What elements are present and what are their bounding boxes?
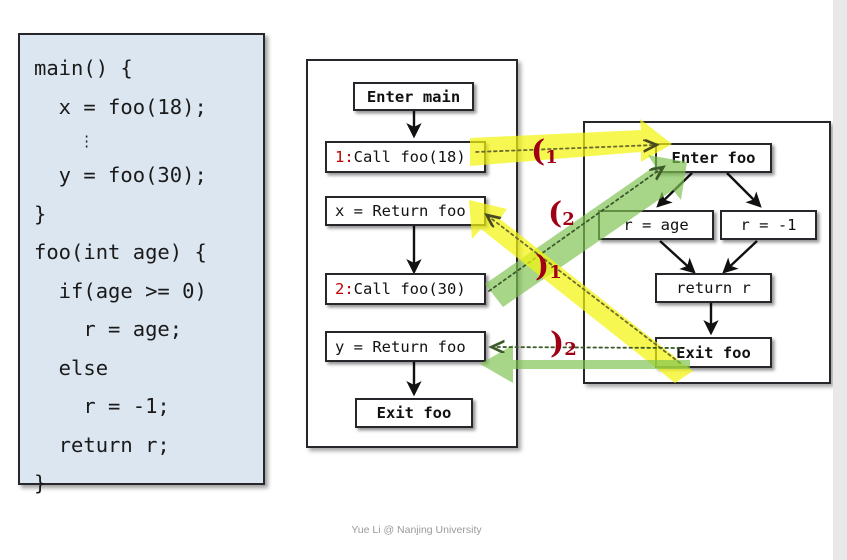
node-exit-foo-label: Exit foo [676,343,751,362]
source-code-panel: main() { x = foo(18); ⋮ y = foo(30);} foo… [18,33,265,495]
open-paren-1: ( [531,134,546,169]
code-line: x = foo(18); [34,94,207,119]
code-line: r = -1; [34,394,170,418]
node-call-foo-18[interactable]: 1: Call foo(18) [325,141,486,173]
slide-footer: Yue Li @ Nanjing University [351,524,482,536]
node-r-age-label: r = age [623,216,689,234]
code-line: y = foo(30); [34,163,207,187]
node-call-foo-30[interactable]: 2: Call foo(30) [325,273,486,305]
call-site-number-1: 1: [335,148,354,166]
cfg-main-container [306,59,518,448]
source-code-text: main() { x = foo(18); ⋮ y = foo(30);} foo… [34,49,257,503]
code-line: r = age; [34,317,183,341]
code-line: } [34,201,47,226]
node-x-return-foo-label: x = Return foo [335,202,466,220]
node-exit-foo[interactable]: Exit foo [655,337,772,368]
node-call-foo-30-label: Call foo(30) [353,280,466,298]
node-exit-foo-main[interactable]: Exit foo [355,398,473,428]
right-edge-strip [833,0,847,560]
context-label-open-1: (1 [531,137,558,167]
node-x-return-foo[interactable]: x = Return foo [325,196,486,226]
close-paren-2: ) [550,326,565,361]
node-r-minus-1[interactable]: r = -1 [720,210,817,240]
node-r-age[interactable]: r = age [598,210,714,240]
code-line: main() { [34,56,133,80]
open-paren-1-subscript: 1 [545,147,558,168]
context-label-close-1: )1 [535,252,562,282]
code-line: if(age >= 0) [34,278,207,303]
node-return-r[interactable]: return r [655,273,772,303]
code-line: else [34,355,109,380]
call-site-number-2: 2: [335,280,354,298]
code-line: ⋮ [34,132,95,150]
node-call-foo-18-label: Call foo(18) [353,148,466,166]
code-line: } [34,471,47,495]
node-y-return-foo[interactable]: y = Return foo [325,331,486,362]
node-y-return-foo-label: y = Return foo [335,337,466,356]
node-enter-foo[interactable]: Enter foo [655,143,772,173]
context-label-open-2: (2 [548,199,575,229]
node-exit-foo-main-label: Exit foo [376,404,452,422]
code-line: return r; [34,432,170,457]
context-label-close-2: )2 [550,329,577,359]
node-return-r-label: return r [676,279,751,297]
close-paren-2-subscript: 2 [564,339,577,360]
open-paren-2: ( [548,196,563,231]
code-line: foo(int age) { [34,240,207,264]
slide-canvas: main() { x = foo(18); ⋮ y = foo(30);} foo… [0,0,847,560]
close-paren-1-subscript: 1 [549,262,562,283]
close-paren-1: ) [535,249,550,284]
node-r-minus-1-label: r = -1 [740,216,797,234]
open-paren-2-subscript: 2 [562,209,575,230]
node-enter-foo-label: Enter foo [671,149,756,167]
node-enter-main-label: Enter main [366,87,461,106]
node-enter-main[interactable]: Enter main [353,82,474,111]
